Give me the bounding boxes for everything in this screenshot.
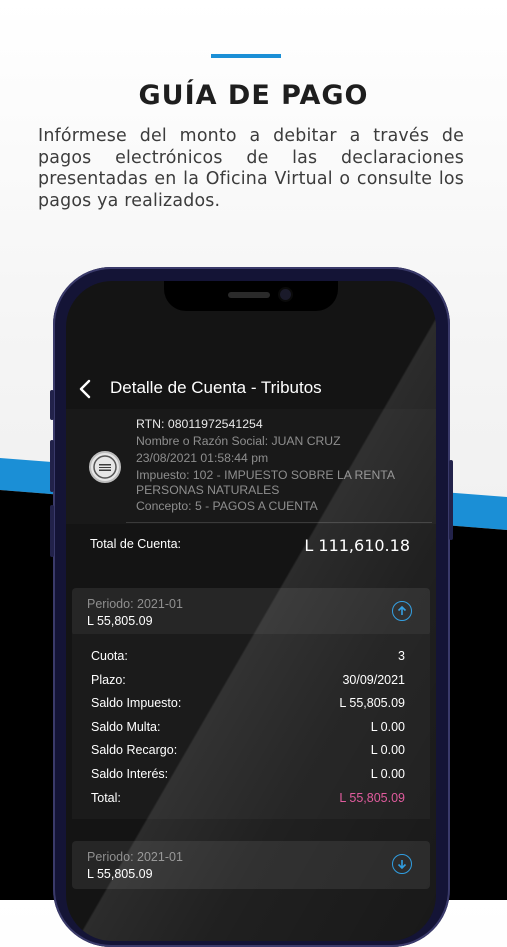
detail-label: Plazo:: [91, 673, 126, 687]
period-amount: L 55,805.09: [87, 867, 153, 881]
detail-value: 30/09/2021: [342, 673, 405, 687]
detail-total-label: Total:: [91, 791, 121, 805]
detail-label: Cuota:: [91, 649, 128, 663]
phone-volume-button: [50, 440, 54, 492]
total-amount: L 111,610.18: [304, 536, 410, 555]
detail-label: Saldo Impuesto:: [91, 696, 182, 710]
period-label: Periodo: 2021-01: [87, 597, 183, 611]
divider: [126, 522, 432, 523]
detail-value: L 0.00: [370, 743, 405, 757]
rtn-text: RTN: 08011972541254: [136, 417, 263, 431]
total-label: Total de Cuenta:: [90, 537, 182, 551]
period-card[interactable]: Periodo: 2021-01 L 55,805.09: [72, 588, 430, 636]
detail-value: 3: [398, 649, 405, 663]
period-card[interactable]: Periodo: 2021-01 L 55,805.09: [72, 841, 430, 889]
period-amount: L 55,805.09: [87, 614, 153, 628]
accent-line: [211, 54, 281, 58]
detail-label: Saldo Recargo:: [91, 743, 178, 757]
phone-screen: Detalle de Cuenta - Tributos RTN: 080119…: [66, 281, 436, 941]
concepto-text: Concepto: 5 - PAGOS A CUENTA: [136, 499, 318, 513]
detail-label: Saldo Interés:: [91, 767, 169, 781]
page-title: Detalle de Cuenta - Tributos: [110, 378, 322, 397]
detail-value: L 55,805.09: [339, 696, 405, 710]
impuesto-text-cont: PERSONAS NATURALES: [136, 483, 280, 497]
name-text: Nombre o Razón Social: JUAN CRUZ: [136, 434, 341, 448]
phone-power-button: [449, 460, 453, 540]
detail-value: L 0.00: [370, 720, 405, 734]
arrow-down-circle-icon[interactable]: [392, 854, 412, 874]
period-label: Periodo: 2021-01: [87, 850, 183, 864]
app-header: Detalle de Cuenta - Tributos: [66, 369, 436, 409]
period-detail-panel: Cuota: 3 Plazo: 30/09/2021 Saldo Impuest…: [72, 634, 430, 819]
detail-value: L 0.00: [370, 767, 405, 781]
institution-seal-icon: [89, 451, 121, 483]
promo-subtitle: Infórmese del monto a debitar a través d…: [38, 126, 464, 211]
camera-icon: [280, 289, 291, 300]
phone-volume-button: [50, 390, 54, 420]
detail-total-value: L 55,805.09: [339, 791, 405, 805]
chevron-left-icon[interactable]: [76, 377, 96, 401]
impuesto-text: Impuesto: 102 - IMPUESTO SOBRE LA RENTA: [136, 468, 395, 482]
phone-volume-button: [50, 505, 54, 557]
phone-notch: [164, 281, 338, 311]
arrow-up-circle-icon[interactable]: [392, 601, 412, 621]
speaker-grille: [228, 292, 270, 298]
detail-label: Saldo Multa:: [91, 720, 161, 734]
datetime-text: 23/08/2021 01:58:44 pm: [136, 451, 269, 465]
promo-headline: GUÍA DE PAGO: [138, 80, 369, 111]
